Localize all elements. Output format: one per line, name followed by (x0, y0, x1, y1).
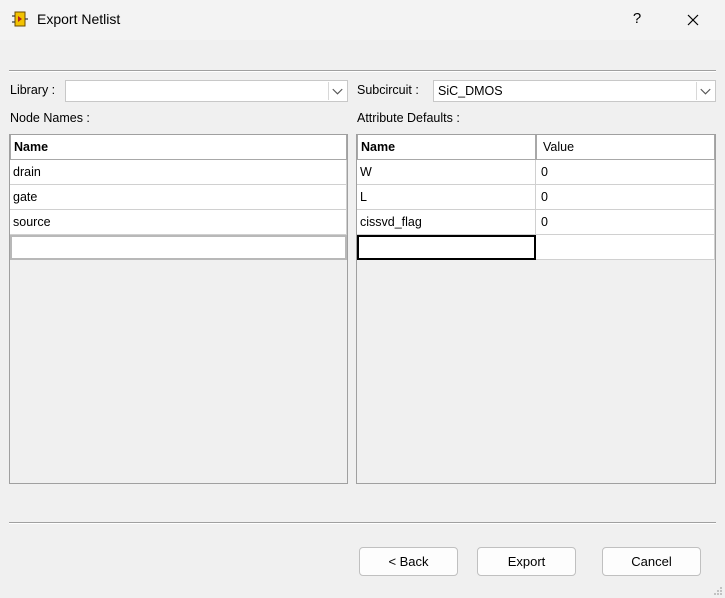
attribute-value-cell[interactable]: 0 (536, 185, 715, 210)
attribute-defaults-label: Attribute Defaults : (357, 111, 460, 125)
help-button[interactable]: ? (622, 5, 652, 35)
node-names-grid[interactable]: Name drain gate source (9, 134, 348, 484)
subcircuit-value: SiC_DMOS (438, 84, 503, 98)
library-label: Library : (10, 83, 56, 97)
attribute-value-cell[interactable]: 0 (536, 160, 715, 185)
attribute-name-column-header[interactable]: Name (357, 135, 536, 160)
window-title: Export Netlist (37, 11, 121, 27)
node-name-column-header[interactable]: Name (10, 135, 347, 160)
attribute-name-new-cell[interactable] (357, 235, 536, 260)
close-icon (687, 14, 699, 26)
attribute-value-new-cell[interactable] (536, 235, 715, 260)
attribute-name-cell[interactable]: cissvd_flag (357, 210, 536, 235)
subcircuit-label: Subcircuit : (357, 83, 419, 97)
node-name-new-row[interactable] (10, 235, 347, 260)
title-bar: Export Netlist ? (0, 0, 725, 40)
back-button[interactable]: < Back (359, 547, 458, 576)
attribute-defaults-grid[interactable]: Name Value W 0 L 0 cissvd_flag 0 (356, 134, 716, 484)
chevron-down-icon[interactable] (328, 82, 346, 100)
export-button[interactable]: Export (477, 547, 576, 576)
top-separator (9, 70, 716, 72)
node-names-label: Node Names : (10, 111, 90, 125)
node-name-cell[interactable]: source (10, 210, 347, 235)
close-button[interactable] (676, 5, 710, 35)
node-name-cell[interactable]: gate (10, 185, 347, 210)
resize-grip-icon[interactable] (713, 586, 723, 596)
node-name-cell[interactable]: drain (10, 160, 347, 185)
netlist-app-icon (12, 11, 28, 27)
library-combobox[interactable] (65, 80, 348, 102)
chevron-down-icon[interactable] (696, 82, 714, 100)
attribute-name-cell[interactable]: W (357, 160, 536, 185)
attribute-name-cell[interactable]: L (357, 185, 536, 210)
cancel-button[interactable]: Cancel (602, 547, 701, 576)
bottom-separator (9, 522, 716, 524)
attribute-value-column-header[interactable]: Value (536, 135, 715, 160)
attribute-value-cell[interactable]: 0 (536, 210, 715, 235)
subcircuit-combobox[interactable]: SiC_DMOS (433, 80, 716, 102)
